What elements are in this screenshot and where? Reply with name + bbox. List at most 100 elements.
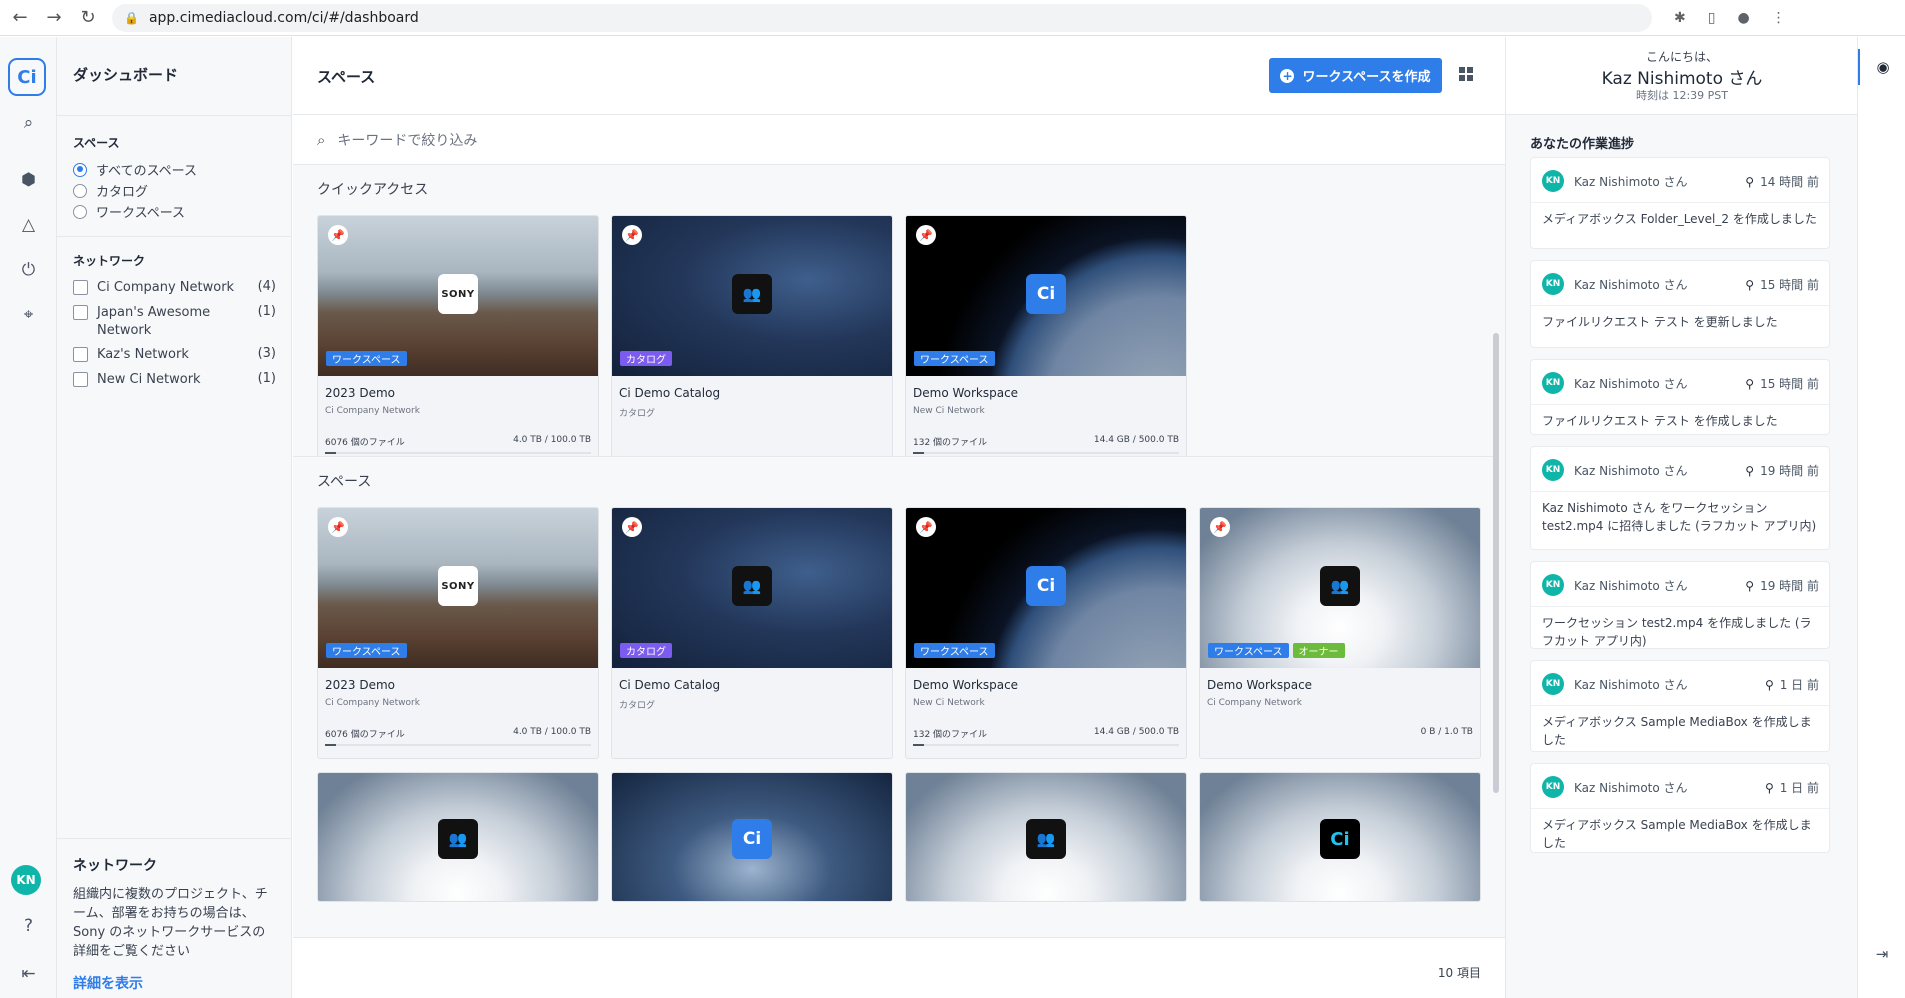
network-filter-item[interactable]: New Ci Network (1) [73, 371, 276, 389]
activity-item[interactable]: KN Kaz Nishimoto さん ⚲ 15 時間 前ファイルリクエスト テスト … [1530, 260, 1831, 348]
avatar: KN [1542, 459, 1564, 481]
divider [57, 236, 292, 237]
divider [1531, 202, 1831, 203]
location-icon: ⚲ [1745, 377, 1755, 391]
activity-message: ファイルリクエスト テスト を更新しました [1542, 315, 1778, 329]
filter-workspace[interactable]: ワークスペース [73, 202, 185, 221]
spaces-title: スペース [317, 474, 372, 490]
pin-icon[interactable]: 📌 [916, 225, 936, 245]
create-workspace-button[interactable]: + ワークスペースを作成 [1269, 58, 1442, 93]
divider [1531, 606, 1831, 607]
checkbox[interactable] [73, 305, 88, 320]
filter-all-spaces[interactable]: すべてのスペース [73, 160, 197, 179]
pin-icon[interactable]: 📌 [328, 517, 348, 537]
radio[interactable] [73, 204, 87, 219]
box-icon[interactable]: ⬢ [0, 162, 57, 198]
activity-panel: こんにちは、 Kaz Nishimoto さん 時刻は 12:39 PST あな… [1505, 37, 1858, 998]
profile-icon[interactable]: ● [1737, 10, 1749, 26]
power-icon[interactable]: ⏻ [0, 252, 57, 288]
space-network: New Ci Network [913, 406, 985, 416]
filter-catalog[interactable]: カタログ [73, 181, 148, 200]
radio-label: すべてのスペース [96, 164, 198, 179]
storage-bar-fill [325, 744, 336, 746]
location-icon: ⚲ [1745, 175, 1755, 189]
search-input[interactable]: キーワードで絞り込み [337, 130, 477, 150]
expand-icon[interactable]: ⇥ [1858, 945, 1905, 963]
logout-icon[interactable]: ⇤ [0, 956, 57, 992]
search-icon[interactable]: ⌕ [0, 105, 57, 141]
avatar: KN [1542, 673, 1564, 695]
activity-user: Kaz Nishimoto さん [1574, 464, 1688, 478]
cloud-icon[interactable]: △ [0, 207, 57, 243]
checkbox[interactable] [73, 347, 88, 362]
space-card[interactable]: Ci [1199, 772, 1481, 902]
ci-logo: Ci [1026, 274, 1066, 314]
greeting-header: こんにちは、 Kaz Nishimoto さん 時刻は 12:39 PST [1506, 37, 1858, 115]
eye-icon[interactable]: ◉ [1858, 49, 1905, 85]
space-card[interactable]: 📌 👥 カタログ Ci Demo Catalog カタログ [611, 507, 893, 759]
menu-icon[interactable]: ⋮ [1772, 10, 1786, 26]
checkbox[interactable] [73, 280, 88, 295]
sidepanel-icon[interactable]: ▯ [1708, 10, 1716, 26]
space-card[interactable]: 📌 👥 カタログ Ci Demo Catalog カタログ [611, 215, 893, 467]
space-card[interactable]: Ci [611, 772, 893, 902]
space-tag: カタログ [620, 643, 672, 658]
network-filter-item[interactable]: Ci Company Network (4) [73, 279, 276, 297]
checkbox[interactable] [73, 372, 88, 387]
divider [1531, 404, 1831, 405]
space-card[interactable]: 📌 Ci ワークスペース Demo Workspace New Ci Network 13… [905, 215, 1187, 467]
space-card[interactable]: 📌 SONY ワークスペース 2023 Demo Ci Company Network 6… [317, 215, 599, 467]
extensions-icon[interactable]: ✱ [1674, 10, 1686, 26]
activity-message: メディアボックス Sample MediaBox を作成しました [1542, 818, 1812, 850]
space-tag: ワークスペース [1208, 643, 1289, 658]
space-card[interactable]: 📌 👥 ワークスペース オーナー Demo Workspace Ci Company Ne… [1199, 507, 1481, 759]
space-card[interactable]: 👥 [317, 772, 599, 902]
space-card[interactable]: 📌 SONY ワークスペース 2023 Demo Ci Company Network 6… [317, 507, 599, 759]
activity-item[interactable]: KN Kaz Nishimoto さん ⚲ 14 時間 前メディアボックス Folde… [1530, 157, 1831, 249]
pin-icon[interactable]: 📌 [1210, 517, 1230, 537]
filter-search[interactable]: ⌕ キーワードで絞り込み [293, 115, 1505, 165]
storage-bar [913, 452, 1179, 454]
storage-usage: 4.0 TB / 100.0 TB [513, 435, 591, 445]
ci-logo-icon[interactable]: Ci [8, 58, 46, 96]
pin-icon[interactable]: 📌 [622, 225, 642, 245]
address-bar[interactable]: 🔒 app.cimediacloud.com/ci/#/dashboard G … [112, 3, 1857, 998]
pin-icon[interactable]: 📌 [328, 225, 348, 245]
ci-logo: Ci [1026, 566, 1066, 606]
scrollbar[interactable] [1493, 333, 1499, 793]
space-network: Ci Company Network [1207, 698, 1302, 708]
avatar[interactable]: KN [11, 865, 41, 895]
pin-icon[interactable]: 📌 [622, 517, 642, 537]
divider [1531, 705, 1831, 706]
activity-item[interactable]: KN Kaz Nishimoto さん ⚲ 19 時間 前ワークセッション test2… [1530, 561, 1831, 649]
forward-icon[interactable]: → [40, 4, 68, 32]
reload-icon[interactable]: ↻ [74, 4, 102, 32]
activity-item[interactable]: KN Kaz Nishimoto さん ⚲ 1 日 前メディアボックス Sample … [1530, 763, 1831, 853]
back-icon[interactable]: ← [6, 4, 34, 32]
space-card[interactable]: 📌 Ci ワークスペース Demo Workspace New Ci Network 13… [905, 507, 1187, 759]
activity-heading: あなたの作業進捗 [1530, 137, 1635, 152]
activity-item[interactable]: KN Kaz Nishimoto さん ⚲ 19 時間 前 Kaz Nishimoto … [1530, 446, 1831, 550]
space-card[interactable]: 👥 [905, 772, 1187, 902]
space-tag: カタログ [620, 351, 672, 366]
grid-view-icon[interactable] [1459, 67, 1473, 81]
space-name: Demo Workspace [913, 678, 1019, 692]
details-link[interactable]: 詳細を表示 [73, 973, 276, 993]
radio[interactable] [73, 183, 87, 198]
current-time: 時刻は 12:39 PST [1635, 89, 1729, 102]
activity-message: メディアボックス Folder_Level_2 を作成しました [1542, 212, 1817, 226]
storage-usage: 4.0 TB / 100.0 TB [513, 727, 591, 737]
radio-selected[interactable] [73, 162, 87, 177]
pin-icon[interactable]: 📌 [916, 517, 936, 537]
users-icon: 👥 [732, 274, 772, 314]
help-icon[interactable]: ? [0, 908, 57, 944]
network-filter-item[interactable]: Kaz's Network (3) [73, 346, 276, 364]
activity-item[interactable]: KN Kaz Nishimoto さん ⚲ 1 日 前メディアボックス Sample … [1530, 660, 1831, 752]
space-network: Ci Company Network [325, 698, 420, 708]
avatar: KN [1542, 776, 1564, 798]
settings-icon[interactable]: ⌖ [0, 297, 57, 333]
space-tag: ワークスペース [914, 351, 995, 366]
network-filter-item[interactable]: Japan's Awesome Network (1) [73, 304, 276, 340]
activity-item[interactable]: KN Kaz Nishimoto さん ⚲ 15 時間 前ファイルリクエスト テスト … [1530, 359, 1831, 435]
users-icon: 👥 [438, 819, 478, 859]
